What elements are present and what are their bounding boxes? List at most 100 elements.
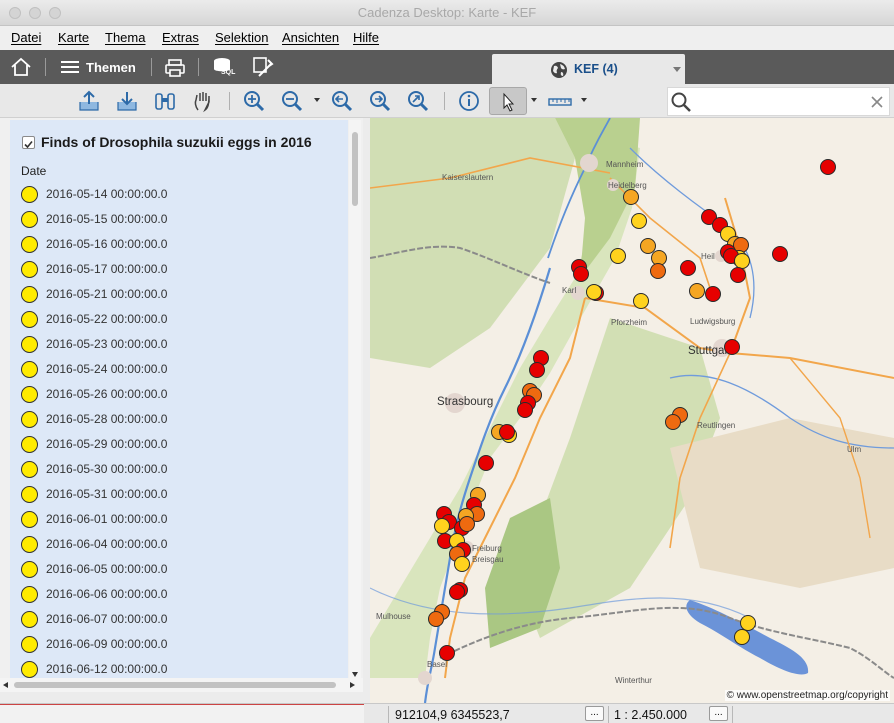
menu-karte[interactable]: Karte: [58, 30, 89, 45]
zoom-next-icon[interactable]: [368, 89, 392, 113]
coordinates-options-button[interactable]: ...: [585, 706, 604, 721]
find-marker[interactable]: [449, 584, 465, 600]
legend-horizontal-scroll-thumb[interactable]: [14, 682, 336, 688]
find-marker[interactable]: [665, 414, 681, 430]
yellow-circle-symbol-icon: [21, 561, 38, 578]
find-marker[interactable]: [439, 645, 455, 661]
home-icon[interactable]: [10, 57, 32, 82]
find-marker[interactable]: [730, 267, 746, 283]
find-marker[interactable]: [820, 159, 836, 175]
import-icon[interactable]: [115, 89, 139, 113]
select-dropdown-arrow-icon[interactable]: [531, 98, 537, 102]
tab-kef[interactable]: KEF (4): [492, 54, 685, 84]
scroll-left-arrow-icon[interactable]: [3, 682, 8, 688]
tools-icon[interactable]: [252, 56, 274, 83]
scroll-right-arrow-icon[interactable]: [350, 682, 355, 688]
zoom-in-icon[interactable]: [242, 89, 266, 113]
find-marker[interactable]: [529, 362, 545, 378]
measure-ruler-icon[interactable]: [547, 89, 575, 113]
layer-title: Finds of Drosophila suzukii eggs in 2016: [41, 134, 312, 150]
yellow-circle-symbol-icon: [21, 511, 38, 528]
yellow-circle-symbol-icon: [21, 386, 38, 403]
status-left-area: [0, 704, 364, 723]
menu-thema[interactable]: Thema: [105, 30, 145, 45]
legend-vertical-scrollbar[interactable]: [349, 120, 361, 678]
sql-database-icon[interactable]: SQL: [212, 56, 238, 85]
select-tool-button[interactable]: [489, 87, 527, 115]
find-marker[interactable]: [428, 611, 444, 627]
separator: [151, 58, 152, 76]
legend-item-label: 2016-05-26 00:00:00.0: [46, 387, 168, 401]
tab-menu-icon[interactable]: [673, 67, 681, 72]
find-marker[interactable]: [434, 518, 450, 534]
find-marker[interactable]: [517, 402, 533, 418]
find-marker[interactable]: [478, 455, 494, 471]
legend-item-label: 2016-06-07 00:00:00.0: [46, 612, 168, 626]
export-icon[interactable]: [77, 89, 101, 113]
legend-vertical-scroll-thumb[interactable]: [352, 132, 358, 206]
map-copyright[interactable]: © www.openstreetmap.org/copyright: [724, 690, 890, 701]
pan-hand-icon[interactable]: [191, 89, 215, 113]
find-marker[interactable]: [705, 286, 721, 302]
find-marker[interactable]: [623, 189, 639, 205]
sql-label: SQL: [221, 69, 236, 76]
scroll-down-arrow-icon[interactable]: [352, 672, 358, 677]
menu-datei[interactable]: Datei: [11, 30, 41, 45]
zoom-out-icon[interactable]: [280, 89, 304, 113]
clear-search-icon[interactable]: [871, 96, 883, 108]
menu-ansichten[interactable]: Ansichten: [282, 30, 339, 45]
yellow-circle-symbol-icon: [21, 536, 38, 553]
legend-item-label: 2016-05-15 00:00:00.0: [46, 212, 168, 226]
find-marker[interactable]: [586, 284, 602, 300]
legend-horizontal-scrollbar[interactable]: [0, 678, 363, 692]
find-marker[interactable]: [772, 246, 788, 262]
attribute-label: Date: [21, 164, 47, 178]
find-marker[interactable]: [689, 283, 705, 299]
title-bar: Cadenza Desktop: Karte - KEF: [0, 0, 894, 26]
find-marker[interactable]: [459, 516, 475, 532]
scale-options-button[interactable]: ...: [709, 706, 728, 721]
status-indicator-line: [0, 704, 364, 705]
legend-item-label: 2016-05-21 00:00:00.0: [46, 287, 168, 301]
pointer-arrow-icon: [503, 92, 515, 112]
measure-dropdown-arrow-icon[interactable]: [581, 98, 587, 102]
find-marker[interactable]: [734, 629, 750, 645]
find-marker[interactable]: [499, 424, 515, 440]
info-icon[interactable]: [457, 89, 481, 113]
find-marker[interactable]: [650, 263, 666, 279]
find-marker[interactable]: [610, 248, 626, 264]
menu-extras[interactable]: Extras: [162, 30, 199, 45]
yellow-circle-symbol-icon: [21, 186, 38, 203]
zoom-previous-icon[interactable]: [330, 89, 354, 113]
zoom-dropdown-arrow-icon[interactable]: [314, 98, 320, 102]
legend-item-label: 2016-05-17 00:00:00.0: [46, 262, 168, 276]
legend-item-label: 2016-06-09 00:00:00.0: [46, 637, 168, 651]
legend-item-label: 2016-05-24 00:00:00.0: [46, 362, 168, 376]
yellow-circle-symbol-icon: [21, 286, 38, 303]
print-icon[interactable]: [164, 58, 186, 83]
themes-button[interactable]: Themen: [60, 59, 136, 80]
find-marker[interactable]: [734, 253, 750, 269]
legend-item-label: 2016-06-01 00:00:00.0: [46, 512, 168, 526]
map-view[interactable]: Mannheim Kaiserslautern Heidelberg Heil …: [370, 118, 894, 703]
find-marker[interactable]: [573, 266, 589, 282]
layer-visibility-checkbox[interactable]: [22, 136, 35, 149]
yellow-circle-symbol-icon: [21, 411, 38, 428]
menu-hilfe[interactable]: Hilfe: [353, 30, 379, 45]
legend-item-label: 2016-05-31 00:00:00.0: [46, 487, 168, 501]
status-bar: 912104,9 6345523,7 ... 1 : 2.450.000 ...: [0, 703, 894, 723]
find-marker[interactable]: [633, 293, 649, 309]
application-window: Cadenza Desktop: Karte - KEF Datei Karte…: [0, 0, 894, 723]
find-marker[interactable]: [724, 339, 740, 355]
scale-readout: 1 : 2.450.000: [614, 708, 687, 722]
find-marker[interactable]: [454, 556, 470, 572]
menu-selektion[interactable]: Selektion: [215, 30, 268, 45]
zoom-extent-icon[interactable]: [406, 89, 430, 113]
find-marker[interactable]: [680, 260, 696, 276]
find-marker[interactable]: [740, 615, 756, 631]
find-marker[interactable]: [640, 238, 656, 254]
search-input[interactable]: [694, 92, 864, 112]
binoculars-icon[interactable]: [153, 89, 177, 113]
find-marker[interactable]: [631, 213, 647, 229]
finds-layer: [428, 159, 836, 661]
